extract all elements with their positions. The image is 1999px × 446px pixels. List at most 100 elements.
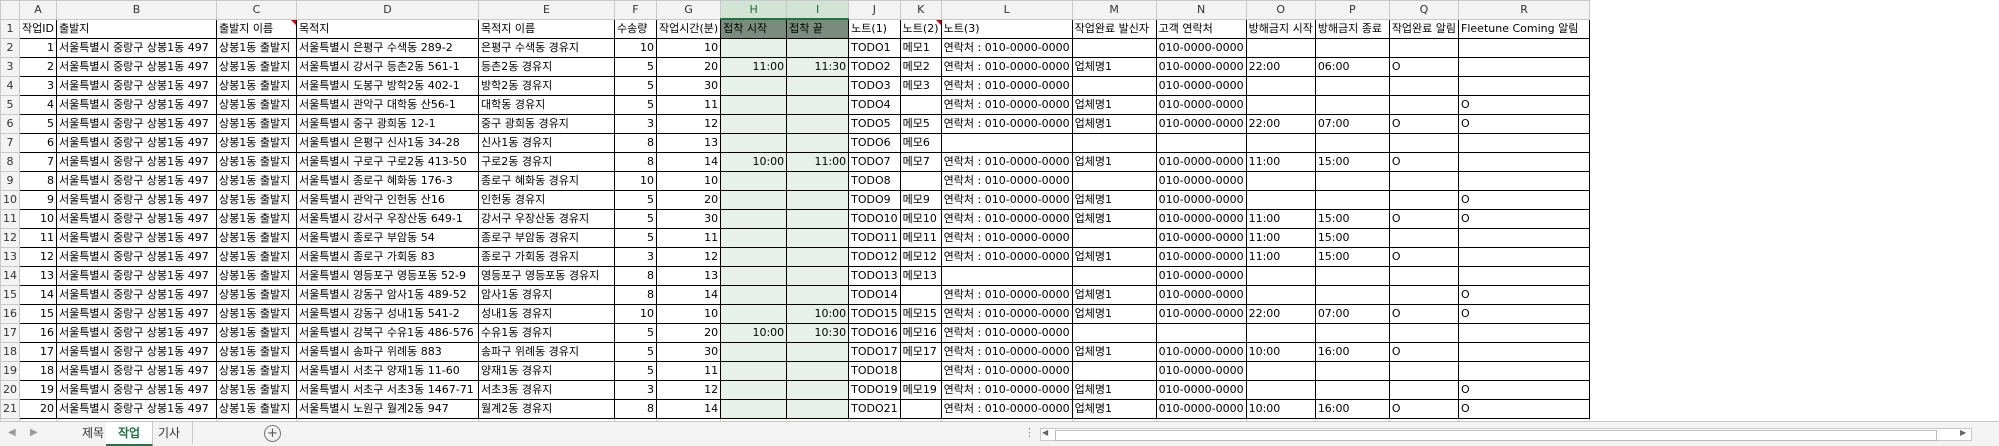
cell[interactable]: 서울특별시 노원구 월계2동 947 <box>295 399 479 419</box>
cell[interactable]: 10:30 <box>786 323 850 343</box>
cell[interactable] <box>786 285 850 305</box>
header-cell[interactable]: 고객 연락처 <box>1155 18 1247 39</box>
cell[interactable] <box>1314 266 1390 286</box>
column-header-n[interactable]: N <box>1155 0 1247 20</box>
cell[interactable]: 서울특별시 강서구 우장산동 649-1 <box>295 209 479 229</box>
cell[interactable]: 18 <box>19 361 57 381</box>
cell[interactable] <box>1245 323 1316 343</box>
cell[interactable]: 중구 광희동 경유지 <box>477 114 615 134</box>
cell[interactable]: TODO15 <box>848 304 901 324</box>
cell[interactable]: TODO1 <box>848 38 901 58</box>
cell[interactable]: 17 <box>19 342 57 362</box>
cell[interactable]: 15:00 <box>1314 228 1390 248</box>
column-header-g[interactable]: G <box>655 0 722 20</box>
cell[interactable]: 010-0000-0000 <box>1155 152 1247 172</box>
column-header-a[interactable]: A <box>19 0 57 20</box>
cell[interactable]: 메모9 <box>899 190 942 210</box>
cell[interactable]: TODO7 <box>848 152 901 172</box>
cell[interactable]: 업체명1 <box>1071 399 1157 419</box>
cell[interactable] <box>1071 323 1157 343</box>
row-header[interactable]: 11 <box>0 209 20 229</box>
split-handle-icon[interactable]: ⋮ <box>1024 426 1035 439</box>
cell[interactable]: 010-0000-0000 <box>1155 380 1247 400</box>
cell[interactable]: 서울특별시 중랑구 상봉1동 497 <box>55 171 217 191</box>
cell[interactable] <box>899 361 942 381</box>
cell[interactable]: 메모5 <box>899 114 942 134</box>
cell[interactable] <box>1388 228 1460 248</box>
cell[interactable]: 성내1동 경유지 <box>477 304 615 324</box>
cell[interactable]: 010-0000-0000 <box>1155 228 1247 248</box>
cell[interactable]: 서울특별시 송파구 위례동 883 <box>295 342 479 362</box>
scroll-left-icon[interactable]: ◀ <box>1042 428 1048 437</box>
cell[interactable]: 메모12 <box>899 247 942 267</box>
cell[interactable]: 서울특별시 은평구 신사1동 34-28 <box>295 133 479 153</box>
cell[interactable]: O <box>1388 304 1460 324</box>
column-header-e[interactable]: E <box>477 0 615 20</box>
cell[interactable]: 10:00 <box>1245 342 1316 362</box>
cell[interactable]: 010-0000-0000 <box>1155 266 1247 286</box>
cell[interactable]: 업체명1 <box>1071 114 1157 134</box>
cell[interactable]: 상봉1동 출발지 <box>215 171 297 191</box>
cell[interactable] <box>786 247 850 267</box>
cell[interactable]: 3 <box>613 114 657 134</box>
cell[interactable]: 7 <box>19 152 57 172</box>
cell[interactable]: 서울특별시 중구 광희동 12-1 <box>295 114 479 134</box>
add-sheet-button[interactable]: + <box>264 425 281 442</box>
cell[interactable]: 양재1동 경유지 <box>477 361 615 381</box>
cell[interactable]: 서울특별시 서초구 양재1동 11-60 <box>295 361 479 381</box>
cell[interactable]: 업체명1 <box>1071 304 1157 324</box>
cell[interactable]: 010-0000-0000 <box>1155 38 1247 58</box>
cell[interactable] <box>1458 57 1591 77</box>
cell[interactable]: 연락처 : 010-0000-0000 <box>940 247 1073 267</box>
cell[interactable] <box>1071 38 1157 58</box>
cell[interactable]: 13 <box>655 266 722 286</box>
horizontal-scrollbar[interactable] <box>1040 428 1972 441</box>
column-header-h[interactable]: H <box>720 0 788 20</box>
cell[interactable]: TODO8 <box>848 171 901 191</box>
cell[interactable]: 22:00 <box>1245 114 1316 134</box>
row-header[interactable]: 21 <box>0 399 20 419</box>
cell[interactable]: 010-0000-0000 <box>1155 247 1247 267</box>
next-sheet-icon[interactable]: ▶ <box>30 427 38 438</box>
cell[interactable] <box>1388 171 1460 191</box>
cell[interactable]: 등촌2동 경유지 <box>477 57 615 77</box>
cell[interactable]: 메모7 <box>899 152 942 172</box>
cell[interactable]: 10 <box>613 304 657 324</box>
row-header[interactable]: 18 <box>0 342 20 362</box>
cell[interactable]: 서울특별시 서초구 서초3동 1467-71 <box>295 380 479 400</box>
cell[interactable]: 15:00 <box>1314 152 1390 172</box>
cell[interactable]: 상봉1동 출발지 <box>215 380 297 400</box>
cell[interactable]: 10:00 <box>720 323 788 343</box>
cell[interactable]: 연락처 : 010-0000-0000 <box>940 285 1073 305</box>
cell[interactable]: 5 <box>613 57 657 77</box>
row-header[interactable]: 4 <box>0 76 20 96</box>
cell[interactable] <box>1245 133 1316 153</box>
row-header[interactable]: 9 <box>0 171 20 191</box>
cell[interactable]: 010-0000-0000 <box>1155 76 1247 96</box>
cell[interactable]: 연락처 : 010-0000-0000 <box>940 380 1073 400</box>
cell[interactable]: 서울특별시 도봉구 방학2동 402-1 <box>295 76 479 96</box>
cell[interactable] <box>720 114 788 134</box>
header-cell[interactable]: 목적지 <box>295 18 479 39</box>
cell[interactable]: 연락처 : 010-0000-0000 <box>940 76 1073 96</box>
cell[interactable] <box>720 399 788 419</box>
cell[interactable]: 서울특별시 강동구 암사1동 489-52 <box>295 285 479 305</box>
scroll-right-icon[interactable]: ▶ <box>1960 428 1966 437</box>
cell[interactable]: 8 <box>613 285 657 305</box>
cell[interactable]: TODO10 <box>848 209 901 229</box>
cell[interactable]: 9 <box>19 190 57 210</box>
cell[interactable]: 업체명1 <box>1071 152 1157 172</box>
cell[interactable]: 상봉1동 출발지 <box>215 190 297 210</box>
cell[interactable]: TODO9 <box>848 190 901 210</box>
column-header-d[interactable]: D <box>295 0 479 20</box>
cell[interactable]: 종로구 부암동 경유지 <box>477 228 615 248</box>
column-header-p[interactable]: P <box>1314 0 1390 20</box>
cell[interactable] <box>786 228 850 248</box>
cell[interactable] <box>720 361 788 381</box>
cell[interactable]: 서울특별시 중랑구 상봉1동 497 <box>55 38 217 58</box>
cell[interactable]: 13 <box>19 266 57 286</box>
cell[interactable]: 메모16 <box>899 323 942 343</box>
cell[interactable]: 20 <box>655 57 722 77</box>
cell[interactable]: 메모11 <box>899 228 942 248</box>
cell[interactable]: 010-0000-0000 <box>1155 190 1247 210</box>
